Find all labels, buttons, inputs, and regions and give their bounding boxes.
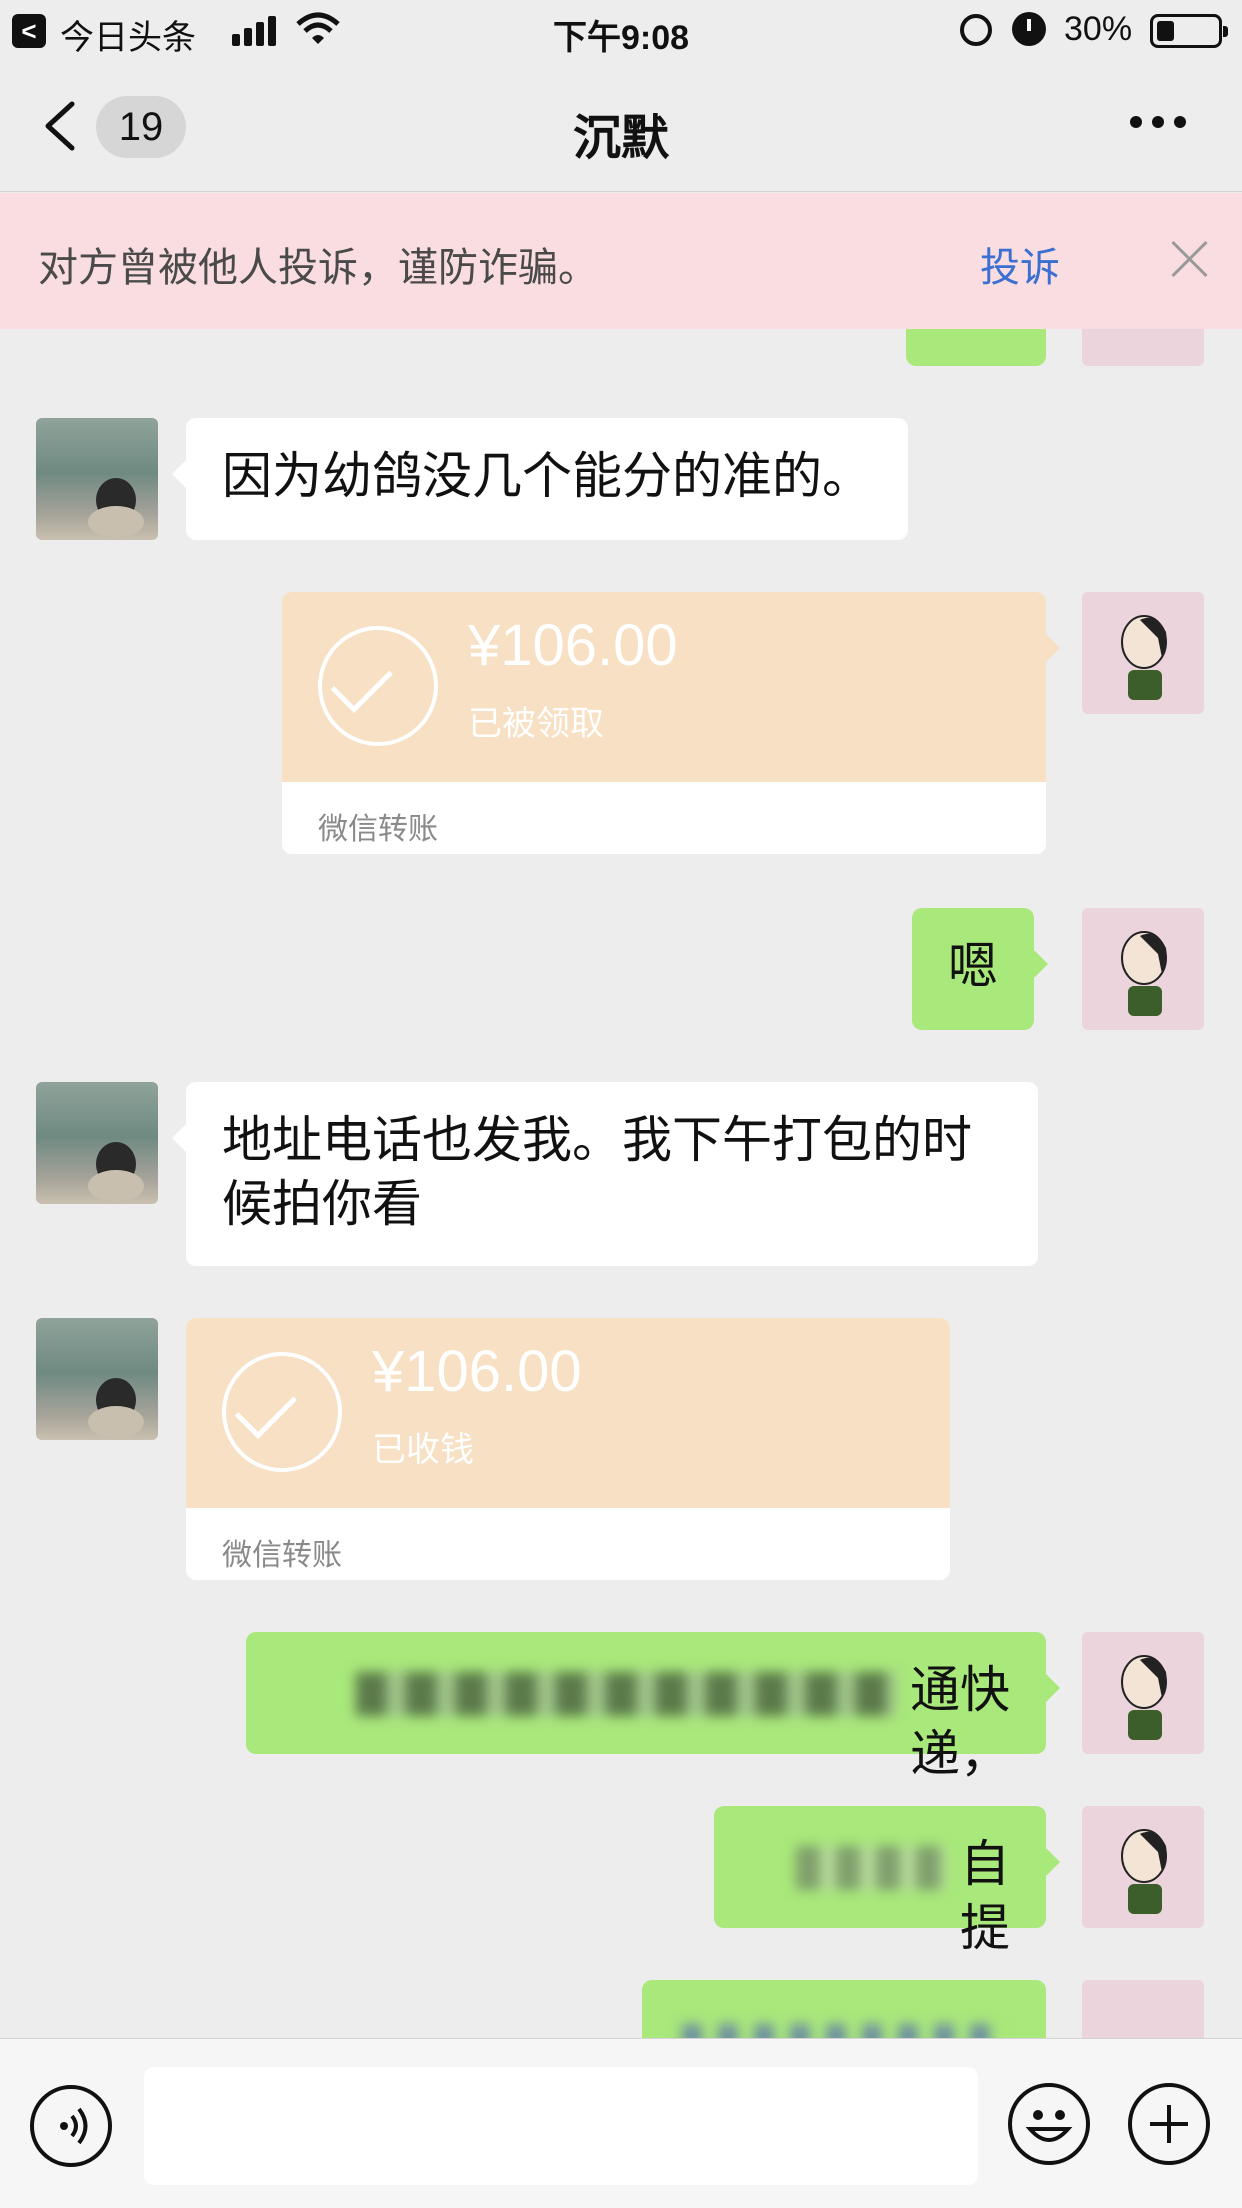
check-circle-icon [222, 1352, 342, 1472]
transfer-card-top: ¥106.00 已被领取 [282, 592, 1046, 782]
transfer-amount: ¥106.00 [468, 613, 678, 678]
avatar-me[interactable] [1082, 1806, 1204, 1928]
transfer-status: 已被领取 [468, 705, 604, 743]
input-bar [0, 2038, 1242, 2208]
message-text: 自提 [960, 1836, 1010, 1956]
status-bar: < 今日头条 下午9:08 30% [0, 0, 1242, 62]
avatar-me[interactable] [1082, 908, 1204, 1030]
redacted-text [796, 1845, 947, 1890]
transfer-label: 微信转账 [222, 1539, 342, 1572]
message-text-line: 候拍你看 [222, 1176, 422, 1232]
message-bubble[interactable]: 因为幼鸽没几个能分的准的。 [172, 418, 908, 540]
transfer-card-top: ¥106.00 已收钱 [186, 1318, 950, 1508]
message-text: 嗯 [948, 938, 998, 994]
message-bubble[interactable]: 通快递， [246, 1632, 1060, 1782]
redacted-text [682, 2024, 1002, 2038]
transfer-amount: ¥106.00 [372, 1339, 582, 1404]
fraud-warning-banner: 对方曾被他人投诉，谨防诈骗。 投诉 [0, 193, 1242, 329]
avatar-me[interactable] [1082, 592, 1204, 714]
alarm-icon [1012, 12, 1046, 46]
emoji-icon[interactable] [1008, 2083, 1090, 2165]
avatar-me[interactable] [1082, 1980, 1204, 2038]
message-text: 因为幼鸽没几个能分的准的。 [222, 448, 872, 504]
transfer-card[interactable]: ¥106.00 已被领取 微信转账 [282, 592, 1060, 854]
transfer-card[interactable]: ¥106.00 已收钱 微信转账 [186, 1318, 950, 1580]
report-link[interactable]: 投诉 [980, 235, 1060, 293]
avatar-contact[interactable] [36, 418, 158, 540]
close-icon[interactable] [1170, 239, 1210, 279]
chat-title: 沉默 [572, 112, 669, 165]
transfer-status: 已收钱 [372, 1431, 474, 1469]
battery-icon [1150, 14, 1228, 48]
avatar-me[interactable] [1082, 1632, 1204, 1754]
check-circle-icon [318, 626, 438, 746]
battery-percent: 30% [1064, 10, 1133, 48]
avatar-contact[interactable] [36, 1318, 158, 1440]
message-bubble[interactable]: 地址电话也发我。我下午打包的时 候拍你看 [172, 1082, 1038, 1266]
message-bubble[interactable]: 自提 [714, 1806, 1060, 1956]
avatar-contact[interactable] [36, 1082, 158, 1204]
message-input[interactable] [144, 2067, 978, 2185]
message-bubble-partial[interactable] [642, 1980, 1046, 2038]
message-bubble[interactable]: 嗯 [912, 908, 1048, 1030]
battery-fill [1157, 21, 1174, 41]
redacted-text [356, 1671, 897, 1716]
transfer-label: 微信转账 [318, 813, 438, 846]
clock: 下午9:08 [552, 19, 690, 57]
plus-icon[interactable] [1128, 2083, 1210, 2165]
more-icon[interactable] [1130, 116, 1186, 132]
message-text-line: 地址电话也发我。我下午打包的时 [222, 1112, 972, 1168]
voice-icon[interactable] [30, 2085, 112, 2167]
rotation-lock-icon [960, 14, 992, 46]
message-text: 通快递， [910, 1662, 1010, 1782]
nav-bar: 19 沉默 [0, 62, 1242, 192]
warning-text: 对方曾被他人投诉，谨防诈骗。 [38, 246, 598, 290]
